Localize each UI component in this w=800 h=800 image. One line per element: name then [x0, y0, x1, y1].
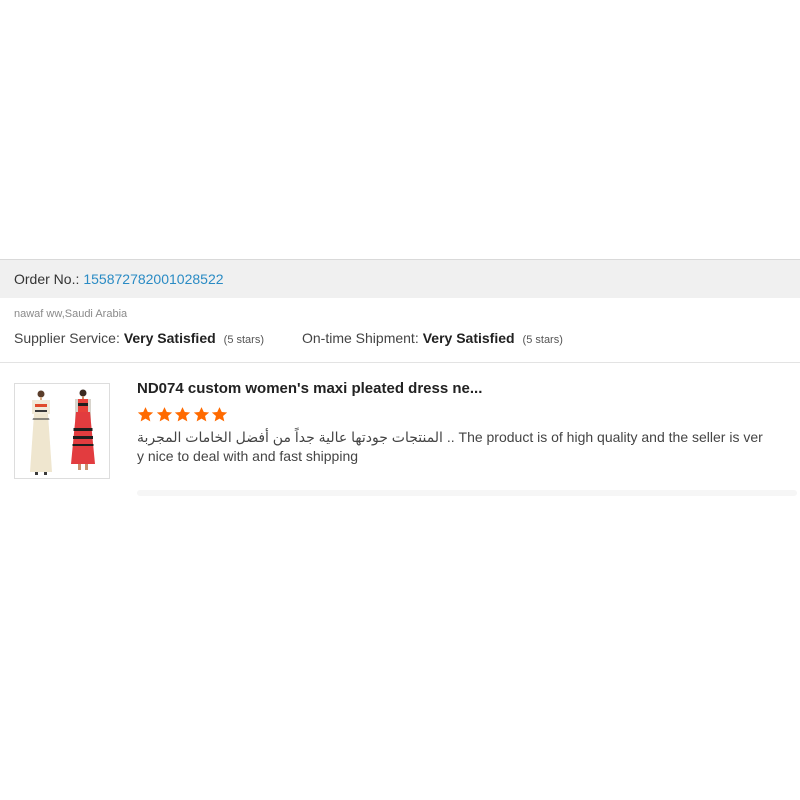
- supplier-service-value: Very Satisfied: [123, 330, 216, 346]
- reply-area: [137, 490, 797, 496]
- review-star-rating: [137, 406, 777, 423]
- product-thumbnail[interactable]: [14, 383, 110, 479]
- shipment-rating: On-time Shipment: Very Satisfied (5 star…: [302, 330, 563, 346]
- buyer-name-country: nawaf ww,Saudi Arabia: [14, 308, 128, 320]
- supplier-service-label: Supplier Service:: [14, 330, 120, 346]
- review-text: المنتجات جودتها عالية جداً من أفضل الخام…: [137, 429, 763, 464]
- supplier-service-rating: Supplier Service: Very Satisfied (5 star…: [14, 330, 264, 346]
- shipment-value: Very Satisfied: [422, 330, 515, 346]
- star-icon: [137, 407, 154, 422]
- star-icon: [212, 407, 228, 422]
- order-label: Order No.:: [14, 271, 80, 287]
- order-number-link[interactable]: 155872782001028522: [83, 271, 223, 287]
- review-page: Order No.: 155872782001028522 nawaf ww,S…: [0, 0, 800, 800]
- shipment-label: On-time Shipment:: [302, 330, 419, 346]
- seller-ratings: Supplier Service: Very Satisfied (5 star…: [14, 330, 794, 346]
- shipment-stars: (5 stars): [522, 334, 563, 346]
- review-body: ND074 custom women's maxi pleated dress …: [137, 380, 777, 466]
- order-header: Order No.: 155872782001028522: [0, 259, 800, 298]
- star-icon: [175, 407, 191, 422]
- dress-product-image: [30, 389, 95, 475]
- buyer-feedback-block: nawaf ww,Saudi Arabia Supplier Service: …: [14, 308, 794, 346]
- supplier-service-stars: (5 stars): [223, 334, 264, 346]
- star-icon: [156, 407, 172, 422]
- product-title-link[interactable]: ND074 custom women's maxi pleated dress …: [137, 380, 777, 397]
- section-divider: [0, 362, 800, 363]
- star-icon: [193, 407, 209, 422]
